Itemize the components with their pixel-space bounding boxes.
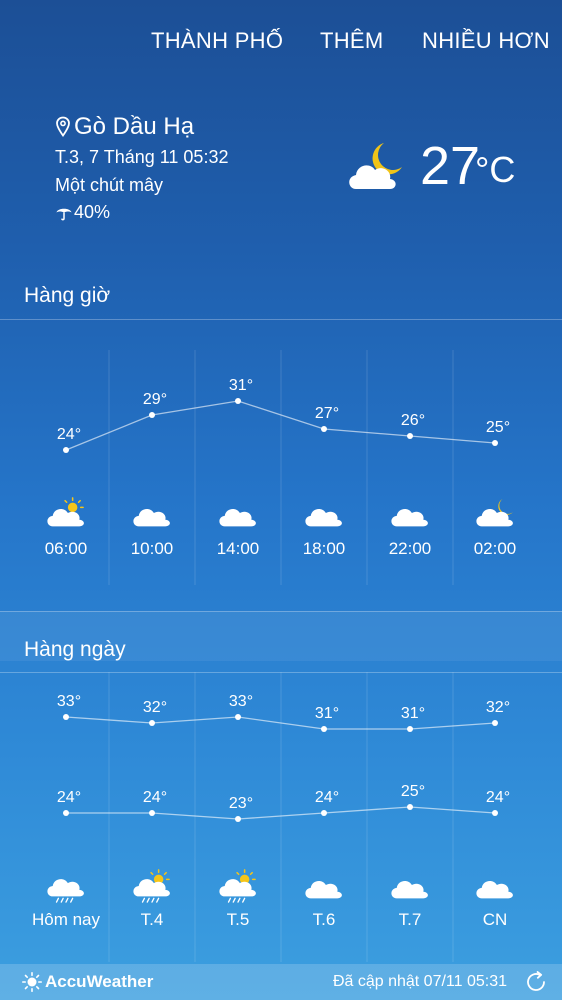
daily-low-point xyxy=(407,804,413,810)
current-temperature: 27 xyxy=(420,136,481,196)
day-label: CN xyxy=(482,910,508,929)
hour-label: 18:00 xyxy=(302,539,346,558)
cloudy-icon xyxy=(391,880,428,899)
daily-high-value-label: 32° xyxy=(143,699,167,716)
location-row[interactable]: Gò Dầu Hạ xyxy=(55,112,194,142)
daily-high-value-label: 31° xyxy=(315,705,339,722)
temperature-unit: °C xyxy=(475,149,516,190)
day-label: T.4 xyxy=(140,910,164,929)
last-updated: Đã cập nhật 07/11 05:31 xyxy=(332,973,507,990)
daily-low-value-label: 24° xyxy=(486,789,510,806)
hourly-temp-value-label: 31° xyxy=(229,377,253,394)
hourly-temp-point xyxy=(235,398,241,404)
add-menu-button[interactable]: THÊM xyxy=(320,28,384,54)
daily-low-value-label: 24° xyxy=(315,789,339,806)
day-label: T.7 xyxy=(398,910,422,929)
precipitation-row: 40% xyxy=(55,202,110,223)
hourly-temp-value-label: 24° xyxy=(57,426,81,443)
rain-icon xyxy=(47,879,84,903)
current-date: T.3, 7 Tháng 11 05:32 xyxy=(55,147,229,167)
hourly-temp-point xyxy=(492,440,498,446)
daily-high-point xyxy=(321,726,327,732)
daily-title: Hàng ngày xyxy=(24,638,126,661)
cloudy-icon xyxy=(305,880,342,899)
daily-high-point xyxy=(235,714,241,720)
more-menu-button[interactable]: NHIỀU HƠN xyxy=(422,28,550,54)
daily-high-point xyxy=(149,720,155,726)
cloudy-icon xyxy=(305,508,342,527)
daily-high-value-label: 31° xyxy=(401,705,425,722)
partly-cloudy-night-icon xyxy=(349,143,402,189)
daily-low-point xyxy=(235,816,241,822)
cloudy-icon xyxy=(476,880,513,899)
hourly-bottom-divider xyxy=(0,611,562,612)
daily-high-point xyxy=(492,720,498,726)
hourly-temp-point xyxy=(149,412,155,418)
hourly-temp-point xyxy=(63,447,69,453)
hourly-temp-value-label: 27° xyxy=(315,405,339,422)
daily-high-value-label: 33° xyxy=(57,693,81,710)
hourly-temperature-chart: 24° 29° 31° 27° 26° 25° xyxy=(57,350,510,585)
daily-low-point xyxy=(321,810,327,816)
daily-high-value-label: 33° xyxy=(229,693,253,710)
daily-low-point xyxy=(492,810,498,816)
cloudy-icon xyxy=(391,508,428,527)
daily-low-point xyxy=(149,810,155,816)
cloudy-icon xyxy=(133,508,170,527)
hour-label: 14:00 xyxy=(216,539,260,558)
hourly-temp-value-label: 25° xyxy=(486,419,510,436)
location-pin-icon xyxy=(56,116,70,138)
hour-label: 02:00 xyxy=(473,539,517,558)
sun-rain-icon xyxy=(219,869,256,903)
hour-label: 10:00 xyxy=(130,539,174,558)
daily-low-point xyxy=(63,810,69,816)
daily-low-value-label: 24° xyxy=(57,789,81,806)
brand-name: AccuWeather xyxy=(45,972,154,991)
daily-high-value-label: 32° xyxy=(486,699,510,716)
daily-low-value-label: 24° xyxy=(143,789,167,806)
hour-label: 22:00 xyxy=(388,539,432,558)
daily-low-value-label: 23° xyxy=(229,795,253,812)
refresh-icon[interactable] xyxy=(524,970,548,994)
current-conditions: Gò Dầu Hạ T.3, 7 Tháng 11 05:32 Một chút… xyxy=(55,112,535,232)
daily-low-value-label: 25° xyxy=(401,783,425,800)
city-menu-button[interactable]: THÀNH PHỐ xyxy=(151,28,283,54)
daily-high-point xyxy=(63,714,69,720)
cloudy-icon xyxy=(219,508,256,527)
partly-sunny-icon xyxy=(47,497,84,527)
partly-cloudy-night-icon xyxy=(476,498,513,527)
hourly-temp-point xyxy=(321,426,327,432)
sun-logo-icon xyxy=(22,972,42,992)
accuweather-logo[interactable]: AccuWeather xyxy=(22,972,153,992)
precipitation-value: 40% xyxy=(74,202,111,222)
day-label: T.6 xyxy=(312,910,336,929)
hourly-title: Hàng giờ xyxy=(24,284,111,307)
current-condition: Một chút mây xyxy=(55,175,164,195)
footer-bar: AccuWeather Đã cập nhật 07/11 05:31 xyxy=(0,964,562,1000)
hour-label: 06:00 xyxy=(44,539,88,558)
sun-rain-icon xyxy=(133,869,170,903)
top-nav: THÀNH PHỐ THÊM NHIỀU HƠN xyxy=(0,28,562,60)
hourly-temp-point xyxy=(407,433,413,439)
hourly-temp-value-label: 26° xyxy=(401,412,425,429)
day-label: T.5 xyxy=(226,910,250,929)
location-name: Gò Dầu Hạ xyxy=(74,113,195,140)
daily-high-point xyxy=(407,726,413,732)
hourly-temp-value-label: 29° xyxy=(143,391,167,408)
day-label: Hôm nay xyxy=(31,910,101,929)
hourly-divider xyxy=(0,319,562,320)
umbrella-icon xyxy=(56,208,72,220)
